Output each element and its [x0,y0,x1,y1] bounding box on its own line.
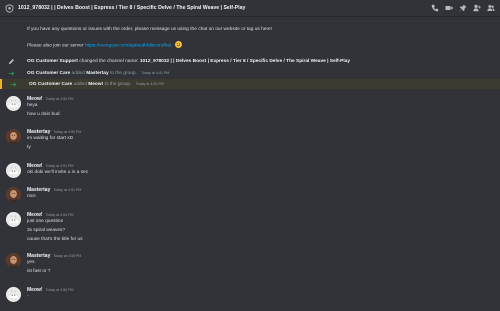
system-message-rename: OG Customer Support changed the channel … [0,56,500,66]
intro-line: If you have any questions or issues with… [27,27,273,32]
message-author[interactable]: Mastertay Today at 4:55 PM [27,253,81,259]
add-member-icon[interactable] [473,4,481,12]
timestamp: Today at 4:51 PM [53,188,82,192]
intro-server-line: Please also join our server https://over… [27,41,182,49]
avatar[interactable] [6,253,21,268]
author-name[interactable]: Meow! [27,163,43,169]
rename-text: OG Customer Support changed the channel … [27,59,350,64]
message-text: nice [27,194,36,199]
message-list: If you have any questions or issues with… [0,17,500,311]
message-author[interactable]: Meow! Today at 4:55 PM [27,287,74,293]
system-message-added: OG Customer Care added Mastertay to the … [0,68,500,78]
discord-invite-link[interactable]: https://overgear.com/api/auth/discord/bo… [85,44,172,49]
author-name[interactable]: Meow! [27,287,43,293]
message-author[interactable]: Meow! Today at 4:51 PM [27,163,74,169]
system-actor[interactable]: OG Customer Care [27,71,70,76]
timestamp: Today at 4:50 PM [53,130,82,134]
message-text: just one question [27,219,64,224]
timestamp: Today at 4:41 PM [141,70,170,75]
timestamp: Today at 4:55 PM [53,254,82,258]
message-text: oki doki we'll invite u in a sec [27,170,89,175]
avatar[interactable] [6,187,21,202]
added-suffix: to the group. [104,81,132,87]
added-text: OG Customer Care added Mastertay to the … [27,71,169,76]
added-verb: added [73,81,87,87]
message-author[interactable]: Meow! Today at 4:54 PM [27,212,74,218]
added-suffix: to the group. [109,70,137,76]
timestamp: Today at 4:50 PM [135,81,164,86]
added-text: OG Customer Care added Meow! to the grou… [29,82,164,87]
timestamp: Today at 4:55 PM [45,288,74,292]
message-text: ty [27,145,31,150]
added-user[interactable]: Mastertay [86,71,108,76]
author-name[interactable]: Meow! [27,96,43,102]
author-name[interactable]: Mastertay [27,129,50,135]
rename-verb: changed the channel name: [79,58,139,64]
channel-title: 1012_978032 | | Delves Boost | Express /… [18,5,246,11]
avatar[interactable] [6,96,21,111]
message-text: 3x spiral weaves? [27,228,66,233]
message-text: how u doin bud [27,112,60,117]
message-text: im waiting for start xD [27,136,74,141]
members-icon[interactable] [487,4,495,12]
timestamp: Today at 4:50 PM [45,97,74,101]
message-author[interactable]: Mastertay Today at 4:50 PM [27,129,81,135]
message-text: ist fast or ? [27,269,51,274]
timestamp: Today at 4:54 PM [45,213,74,217]
group-dm-icon [5,3,14,13]
join-arrow-icon [8,70,15,77]
author-name[interactable]: Meow! [27,212,43,218]
added-verb: added [71,70,85,76]
pencil-icon [8,58,15,65]
system-actor[interactable]: OG Customer Support [27,59,78,64]
pin-icon[interactable] [459,4,467,12]
phone-icon[interactable] [431,4,439,12]
message-text: heya [27,103,38,108]
channel-header: 1012_978032 | | Delves Boost | Express /… [0,0,500,17]
added-user[interactable]: Meow! [88,82,103,87]
avatar[interactable] [6,163,21,178]
video-icon[interactable] [445,4,453,12]
avatar[interactable] [6,212,21,227]
intro-prefix: Please also join our server [27,43,84,49]
avatar[interactable] [6,287,21,302]
message-text: yes [27,260,35,265]
system-message-added-highlighted: OG Customer Care added Meow! to the grou… [0,79,500,89]
system-actor[interactable]: OG Customer Care [29,82,72,87]
new-channel-name: 1012_978032 | | Delves Boost | Express /… [139,58,351,64]
avatar[interactable] [6,129,21,144]
message-author[interactable]: Mastertay Today at 4:51 PM [27,187,81,193]
header-toolbar [431,4,495,12]
timestamp: Today at 4:51 PM [45,164,74,168]
author-name[interactable]: Mastertay [27,253,50,259]
message-author[interactable]: Meow! Today at 4:50 PM [27,96,74,102]
join-arrow-icon [10,81,17,88]
smile-emoji-icon [174,41,182,48]
message-text: - [27,294,29,299]
author-name[interactable]: Mastertay [27,187,50,193]
message-text: cause that's the title for us [27,237,83,242]
